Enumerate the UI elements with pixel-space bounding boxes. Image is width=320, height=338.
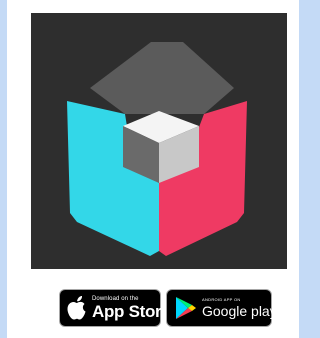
content-card: Download on the App Store ANDROID APP ON… (7, 0, 299, 338)
page: { "colors": { "page_background": "#c4daf… (0, 0, 306, 338)
google-play-large-text: Google play (202, 303, 277, 319)
app-store-large-text: App Store (92, 302, 171, 321)
apple-icon (65, 293, 89, 323)
app-store-badge[interactable]: Download on the App Store (59, 289, 171, 327)
google-play-badge[interactable]: ANDROID APP ON Google play (166, 289, 277, 327)
play-triangle-icon (173, 293, 199, 323)
app-icon (31, 13, 287, 269)
google-play-small-text: ANDROID APP ON (202, 297, 241, 302)
